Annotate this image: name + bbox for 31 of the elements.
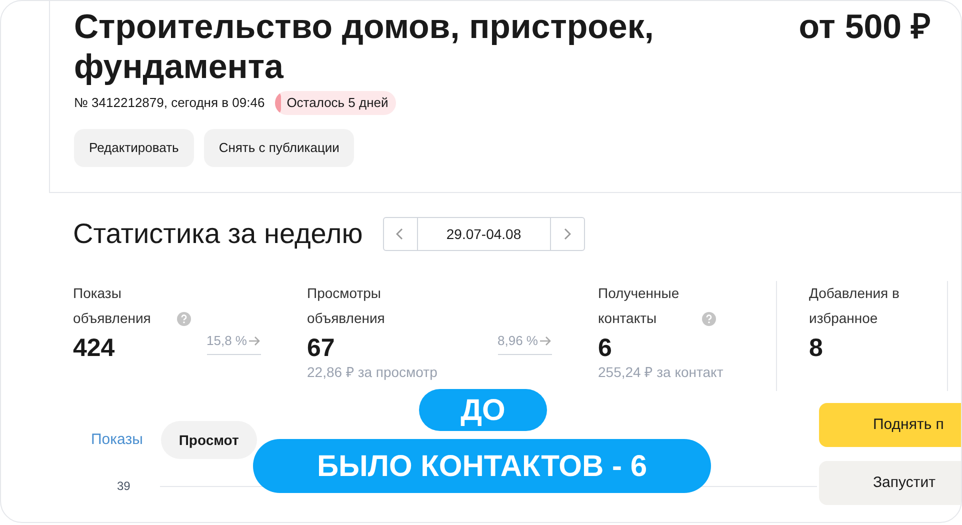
help-icon[interactable] (702, 312, 716, 326)
arrow-right-icon (249, 336, 261, 346)
annotation-label: ДО (419, 389, 547, 431)
chevron-right-icon (563, 228, 572, 240)
metric-label: Показы объявления (73, 284, 152, 328)
metric-label: Просмотры объявления (307, 284, 386, 328)
help-icon[interactable] (177, 312, 191, 326)
axis-label: 39 (117, 478, 130, 495)
expiry-badge: Осталось 5 дней (274, 91, 396, 114)
arrow-right-icon (540, 336, 552, 346)
action-button[interactable]: Запустит (819, 461, 961, 505)
metric-label: Добавления в избранное (809, 284, 900, 328)
chart-tab[interactable]: Просмот (160, 421, 257, 459)
annotation-label: БЫЛО КОНТАКТОВ - 6 (253, 439, 711, 493)
listing-title: Строительство домов, пристроек, фундамента (74, 7, 655, 87)
date-picker[interactable]: 29.07-04.08 (382, 217, 585, 251)
metric-note: 22,86 ₽ за просмотр (307, 363, 438, 381)
price: от 500 ₽ (798, 7, 931, 48)
metric-value: 424 (73, 333, 115, 363)
section-title: Статистика за неделю (73, 217, 363, 251)
metric-value: 67 (307, 333, 335, 363)
date-range: 29.07-04.08 (445, 224, 522, 244)
listing-meta: № 3412212879, сегодня в 09:46 (74, 94, 265, 112)
metric-value: 6 (598, 333, 612, 363)
metric-label: Полученные контакты (598, 284, 680, 328)
chevron-left-icon (396, 228, 404, 240)
metric-note: 255,24 ₽ за контакт (598, 363, 724, 381)
action-button[interactable]: Снять с публикации (204, 128, 354, 166)
action-button[interactable]: Поднять п (819, 403, 961, 447)
action-button[interactable]: Редактировать (74, 128, 194, 166)
metric-value: 8 (809, 333, 823, 363)
